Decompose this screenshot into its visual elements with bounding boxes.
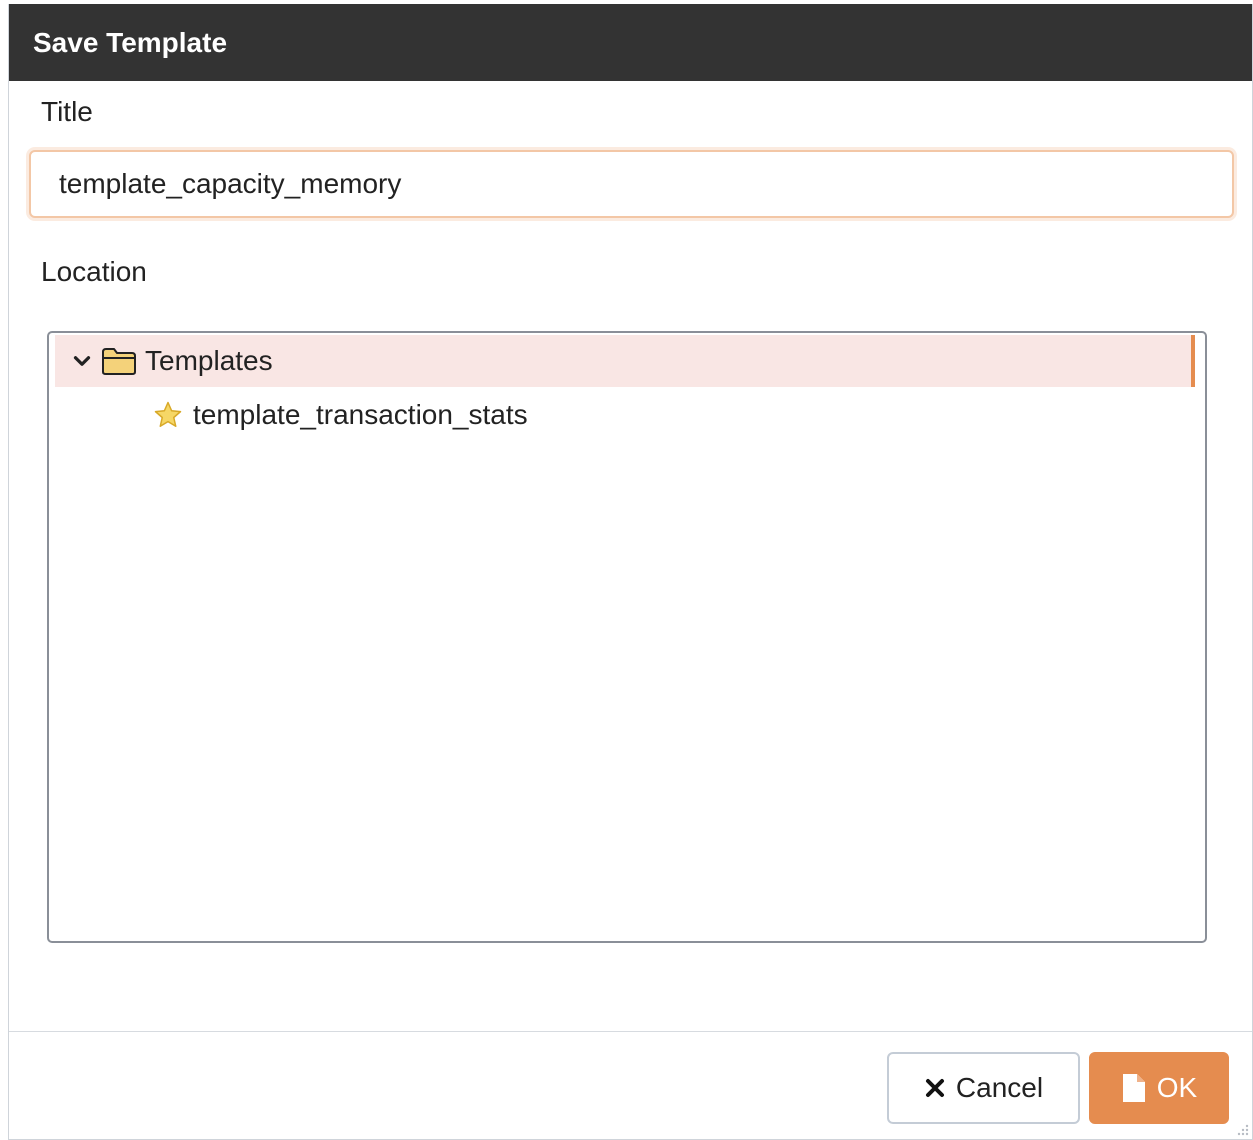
title-label: Title <box>41 96 93 127</box>
location-tree[interactable]: Templates template_transaction_stats <box>47 331 1207 943</box>
location-label: Location <box>41 256 147 287</box>
title-input[interactable] <box>29 150 1234 218</box>
file-icon <box>1122 1074 1145 1102</box>
cancel-label: Cancel <box>955 1072 1044 1103</box>
cancel-button[interactable]: Cancel <box>887 1052 1080 1124</box>
chevron-down-icon[interactable] <box>69 348 95 374</box>
save-template-dialog: Save Template Title Location Templates t… <box>8 4 1253 1140</box>
ok-button[interactable]: OK <box>1089 1052 1229 1124</box>
tree-item-label: template_transaction_stats <box>193 399 528 430</box>
tree-item-templates[interactable]: Templates <box>55 335 1195 387</box>
folder-icon <box>102 348 136 375</box>
close-icon <box>925 1079 944 1097</box>
resize-grip-icon[interactable] <box>1236 1123 1250 1137</box>
tree-item-template-transaction-stats[interactable]: template_transaction_stats <box>55 389 1195 441</box>
ok-label: OK <box>1156 1072 1198 1103</box>
tree-item-label: Templates <box>145 345 273 376</box>
footer-divider <box>9 1031 1252 1032</box>
dialog-title[interactable]: Save Template <box>9 4 1252 81</box>
star-icon <box>154 401 182 427</box>
